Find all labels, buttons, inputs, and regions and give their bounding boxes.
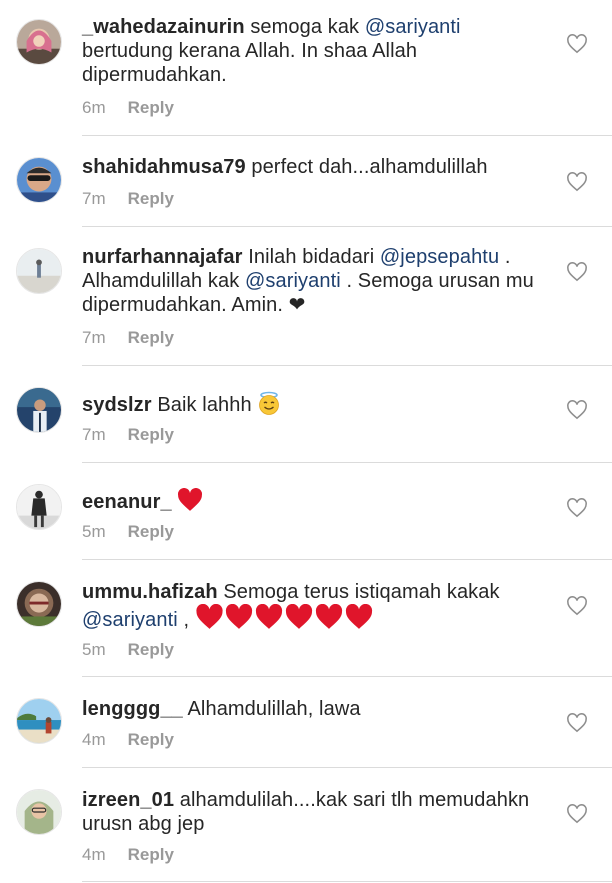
red-heart-emoji [254, 603, 284, 636]
red-heart-emoji [284, 603, 314, 636]
comment-body: Baik lahhh [157, 394, 252, 416]
red-heart-emoji [224, 603, 254, 636]
username-link[interactable]: nurfarhannajafar [82, 246, 243, 268]
like-heart-icon[interactable] [566, 713, 588, 733]
comment-body: perfect dah...alhamdulillah [251, 156, 488, 178]
like-heart-icon[interactable] [566, 596, 588, 616]
comment-text: lengggg__ Alhamdulillah, lawa [82, 697, 552, 721]
comment-body: , [177, 609, 195, 631]
divider [82, 462, 612, 463]
red-heart-emoji [314, 603, 344, 636]
comment-body: Semoga terus istiqamah kakak [223, 581, 500, 603]
comment-meta: 5m Reply [82, 522, 174, 542]
mention-link[interactable]: @sariyanti [245, 270, 341, 292]
reply-button[interactable]: Reply [128, 522, 174, 541]
reply-button[interactable]: Reply [128, 845, 174, 864]
mention-link[interactable]: @jepsepahtu [380, 246, 499, 268]
mention-link[interactable]: @sariyanti [82, 609, 178, 631]
red-heart-emoji [177, 487, 203, 518]
reply-button[interactable]: Reply [128, 425, 174, 444]
username-link[interactable]: sydslzr [82, 394, 152, 416]
user-avatar[interactable] [16, 789, 62, 835]
comment-meta: 7m Reply [82, 328, 174, 348]
username-link[interactable]: izreen_01 [82, 789, 174, 811]
comment-text: nurfarhannajafar Inilah bidadari @jepsep… [82, 245, 552, 317]
comment-meta: 7m Reply [82, 425, 174, 445]
comment-body: bertudung kerana Allah. In shaa Allah di… [82, 40, 418, 86]
divider [82, 559, 612, 560]
timestamp: 7m [82, 328, 106, 347]
user-avatar[interactable] [16, 484, 62, 530]
comment-text: eenanur_ [82, 487, 552, 518]
divider [82, 365, 612, 366]
reply-button[interactable]: Reply [128, 98, 174, 117]
divider [82, 226, 612, 227]
timestamp: 7m [82, 425, 106, 444]
divider [82, 881, 612, 882]
reply-button[interactable]: Reply [128, 640, 174, 659]
user-avatar[interactable] [16, 157, 62, 203]
reply-button[interactable]: Reply [128, 328, 174, 347]
user-avatar[interactable] [16, 581, 62, 627]
username-link[interactable]: shahidahmusa79 [82, 156, 246, 178]
divider [82, 135, 612, 136]
timestamp: 5m [82, 640, 106, 659]
username-link[interactable]: lengggg__ [82, 698, 183, 720]
comment-meta: 4m Reply [82, 730, 174, 750]
comment-meta: 7m Reply [82, 189, 174, 209]
username-link[interactable]: eenanur_ [82, 491, 172, 513]
smiling-halo-emoji [257, 391, 281, 421]
comment-list: _wahedazainurin semoga kak @sariyanti be… [0, 0, 612, 883]
comment-text: sydslzr Baik lahhh [82, 391, 552, 421]
user-avatar[interactable] [16, 19, 62, 65]
username-link[interactable]: _wahedazainurin [82, 16, 245, 38]
timestamp: 4m [82, 730, 106, 749]
user-avatar[interactable] [16, 387, 62, 433]
mention-link[interactable]: @sariyanti [365, 16, 461, 38]
username-link[interactable]: ummu.hafizah [82, 581, 218, 603]
comment-text: _wahedazainurin semoga kak @sariyanti be… [82, 15, 552, 87]
like-heart-icon[interactable] [566, 34, 588, 54]
comment-text: ummu.hafizah Semoga terus istiqamah kaka… [82, 580, 552, 636]
reply-button[interactable]: Reply [128, 730, 174, 749]
like-heart-icon[interactable] [566, 400, 588, 420]
comment-body: Alhamdulillah, lawa [187, 698, 361, 720]
comment-text: izreen_01 alhamdulilah....kak sari tlh m… [82, 788, 552, 836]
timestamp: 4m [82, 845, 106, 864]
reply-button[interactable]: Reply [128, 189, 174, 208]
timestamp: 6m [82, 98, 106, 117]
comment-text: shahidahmusa79 perfect dah...alhamdulill… [82, 155, 552, 179]
divider [82, 767, 612, 768]
divider [82, 676, 612, 677]
like-heart-icon[interactable] [566, 262, 588, 282]
comment-meta: 4m Reply [82, 845, 174, 865]
red-heart-emoji [195, 603, 224, 636]
red-heart-emoji [344, 603, 374, 636]
timestamp: 5m [82, 522, 106, 541]
like-heart-icon[interactable] [566, 172, 588, 192]
comment-body: semoga kak [250, 16, 365, 38]
user-avatar[interactable] [16, 698, 62, 744]
like-heart-icon[interactable] [566, 804, 588, 824]
comment-meta: 5m Reply [82, 640, 174, 660]
timestamp: 7m [82, 189, 106, 208]
like-heart-icon[interactable] [566, 498, 588, 518]
comment-meta: 6m Reply [82, 98, 174, 118]
comment-body: Inilah bidadari [248, 246, 380, 268]
user-avatar[interactable] [16, 248, 62, 294]
